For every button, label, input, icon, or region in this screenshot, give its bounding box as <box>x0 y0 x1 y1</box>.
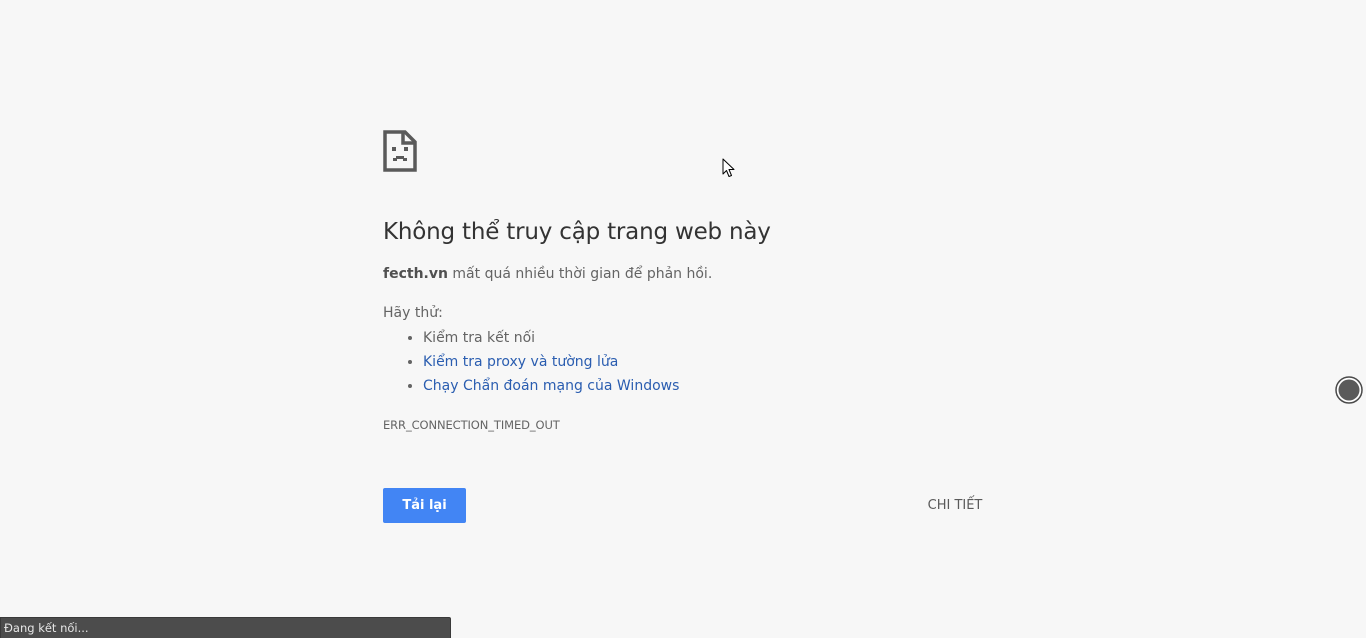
error-code: ERR_CONNECTION_TIMED_OUT <box>383 418 560 432</box>
status-bar: Đang kết nối... <box>0 617 451 638</box>
suggestion-run-diagnostics: Chạy Chẩn đoán mạng của Windows <box>423 376 679 400</box>
floating-circle-icon[interactable] <box>1335 376 1363 404</box>
run-diagnostics-link[interactable]: Chạy Chẩn đoán mạng của Windows <box>423 378 679 394</box>
error-domain: fecth.vn <box>383 266 448 282</box>
reload-button[interactable]: Tải lại <box>383 488 466 523</box>
suggestion-check-connection: Kiểm tra kết nối <box>423 328 679 352</box>
suggestion-check-proxy: Kiểm tra proxy và tường lửa <box>423 352 679 376</box>
details-button[interactable]: CHI TIẾT <box>910 488 1000 523</box>
error-summary: fecth.vn mất quá nhiều thời gian để phản… <box>383 266 712 282</box>
error-page: Không thể truy cập trang web này fecth.v… <box>0 0 1366 638</box>
page-title: Không thể truy cập trang web này <box>383 219 771 245</box>
suggestion-list: Kiểm tra kết nối Kiểm tra proxy và tường… <box>383 328 679 400</box>
suggestion-label: Kiểm tra kết nối <box>423 330 536 346</box>
error-summary-text: mất quá nhiều thời gian để phản hồi. <box>447 266 713 282</box>
sad-page-icon <box>383 130 417 172</box>
check-proxy-link[interactable]: Kiểm tra proxy và tường lửa <box>423 354 618 370</box>
try-label: Hãy thử: <box>383 305 443 321</box>
mouse-cursor-icon <box>722 158 736 178</box>
